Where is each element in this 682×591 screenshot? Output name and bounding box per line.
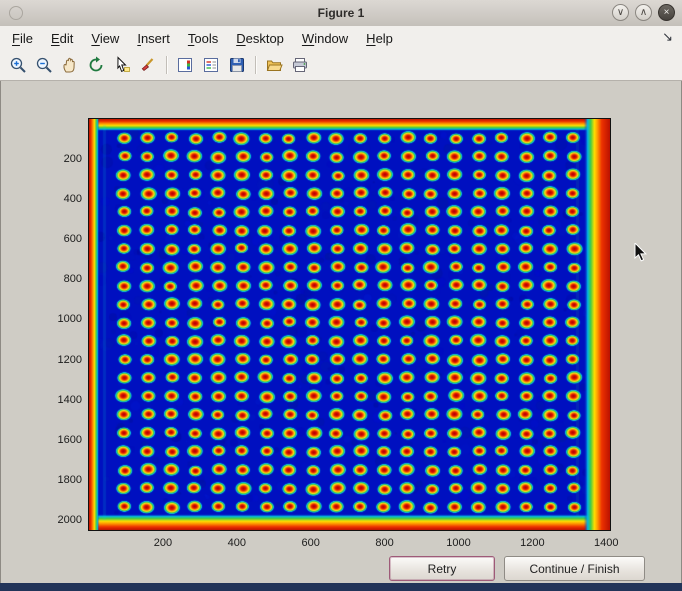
- zoom-in-icon: [9, 56, 27, 74]
- zoom-out-button[interactable]: [32, 53, 56, 77]
- figure-toolbar: [0, 50, 682, 81]
- menu-window[interactable]: Window: [302, 31, 348, 46]
- x-tick-label: 400: [217, 537, 257, 549]
- y-tick-label: 1600: [36, 434, 82, 446]
- window-resize-edge[interactable]: [0, 583, 682, 591]
- menu-tools[interactable]: Tools: [188, 31, 218, 46]
- menu-insert[interactable]: Insert: [137, 31, 170, 46]
- y-tick-label: 400: [36, 193, 82, 205]
- colorbar-icon: [176, 56, 194, 74]
- menu-view[interactable]: View: [91, 31, 119, 46]
- rotate-3d-button[interactable]: [84, 53, 108, 77]
- title-bar[interactable]: Figure 1 ∨ ∧ ×: [0, 0, 682, 27]
- pan-button[interactable]: [58, 53, 82, 77]
- toolbar-separator: [166, 56, 167, 74]
- retry-button[interactable]: Retry: [389, 556, 495, 581]
- y-tick-label: 1000: [36, 313, 82, 325]
- insert-colorbar-button[interactable]: [173, 53, 197, 77]
- rotate-3d-icon: [87, 56, 105, 74]
- menu-bar: File Edit View Insert Tools Desktop Window Help…: [0, 26, 682, 51]
- continue-finish-button[interactable]: Continue / Finish: [504, 556, 645, 581]
- shade-button[interactable]: ∨: [612, 4, 629, 21]
- pan-hand-icon: [61, 56, 79, 74]
- x-tick-label: 1200: [512, 537, 552, 549]
- insert-legend-button[interactable]: [199, 53, 223, 77]
- y-tick-label: 1400: [36, 394, 82, 406]
- save-icon: [228, 56, 246, 74]
- figure-window: { "window": { "title": "Figure 1", "cont…: [0, 0, 682, 591]
- x-tick-label: 1000: [439, 537, 479, 549]
- menu-items: File Edit View Insert Tools Desktop Window Help: [0, 31, 393, 46]
- zoom-out-icon: [35, 56, 53, 74]
- mouse-cursor-icon: [634, 243, 648, 263]
- x-tick-label: 200: [143, 537, 183, 549]
- y-tick-label: 200: [36, 153, 82, 165]
- data-cursor-icon: [113, 56, 131, 74]
- y-tick-label: 1800: [36, 474, 82, 486]
- toolbar-separator: [255, 56, 256, 74]
- x-tick-label: 600: [291, 537, 331, 549]
- menu-file[interactable]: File: [12, 31, 33, 46]
- brush-button[interactable]: [136, 53, 160, 77]
- menu-edit[interactable]: Edit: [51, 31, 73, 46]
- zoom-in-button[interactable]: [6, 53, 30, 77]
- menu-desktop[interactable]: Desktop: [236, 31, 284, 46]
- x-tick-label: 800: [365, 537, 405, 549]
- save-figure-button[interactable]: [225, 53, 249, 77]
- y-tick-label: 1200: [36, 354, 82, 366]
- window-controls: ∨ ∧ ×: [612, 4, 675, 21]
- data-cursor-button[interactable]: [110, 53, 134, 77]
- brush-icon: [139, 56, 157, 74]
- y-tick-label: 2000: [36, 514, 82, 526]
- printer-icon: [291, 56, 309, 74]
- y-tick-label: 800: [36, 273, 82, 285]
- maximize-button[interactable]: ∧: [635, 4, 652, 21]
- window-title: Figure 1: [318, 6, 365, 20]
- legend-icon: [202, 56, 220, 74]
- menu-help[interactable]: Help: [366, 31, 393, 46]
- close-button[interactable]: ×: [658, 4, 675, 21]
- plot-axes: [88, 118, 611, 531]
- x-tick-label: 1400: [586, 537, 626, 549]
- dock-figure-icon[interactable]: ↘: [662, 29, 673, 45]
- open-folder-icon: [265, 56, 283, 74]
- open-file-button[interactable]: [262, 53, 286, 77]
- window-menu-icon[interactable]: [9, 6, 23, 20]
- heatmap-image[interactable]: [89, 119, 610, 530]
- y-tick-label: 600: [36, 233, 82, 245]
- print-button[interactable]: [288, 53, 312, 77]
